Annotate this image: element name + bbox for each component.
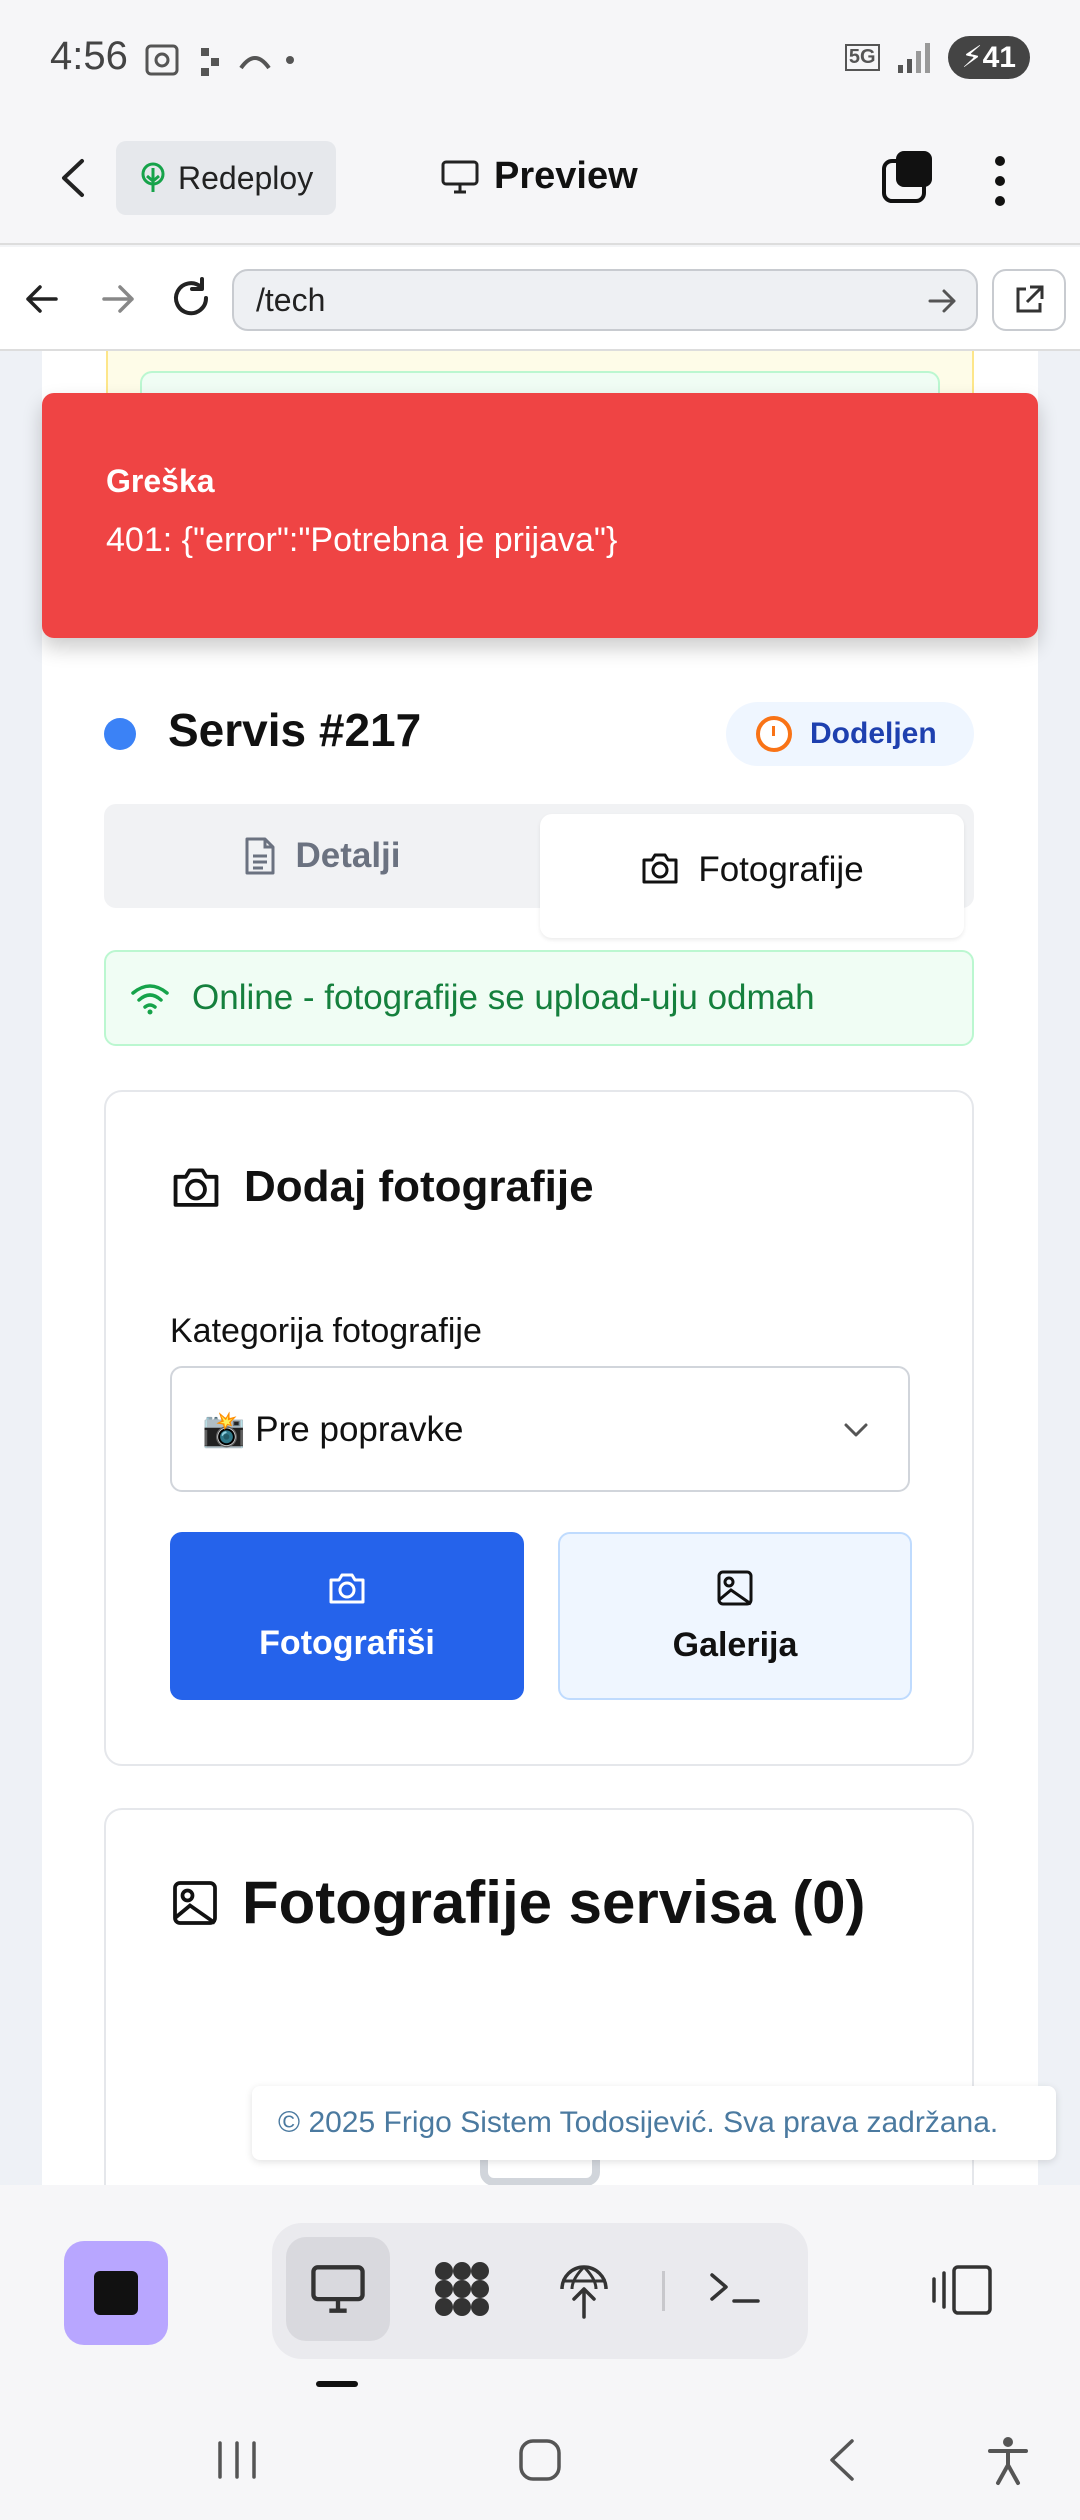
camera-icon [329, 1573, 365, 1603]
add-photos-card: Dodaj fotografije Kategorija fotografije… [104, 1090, 974, 1766]
status-bar: 4:56 5G ⚡41 [0, 0, 1080, 115]
tab-details-label: Detalji [295, 836, 401, 875]
take-photo-label: Fotografiši [259, 1623, 435, 1662]
tab-details[interactable]: Detalji [104, 804, 540, 908]
view-agents-button[interactable] [410, 2237, 514, 2341]
image-icon [717, 1570, 753, 1605]
status-badge-label: Dodeljen [810, 717, 937, 750]
home-button[interactable] [516, 2435, 564, 2490]
url-text: /tech [256, 281, 326, 318]
arrow-right-icon [102, 285, 134, 313]
add-photos-title: Dodaj fotografije [244, 1162, 594, 1211]
toolbar-divider [662, 2271, 665, 2311]
chevron-left-icon [830, 2439, 854, 2481]
take-photo-button[interactable]: Fotografiši [170, 1532, 524, 1700]
bottom-toolbar [0, 2185, 1080, 2405]
more-options-button[interactable] [985, 151, 1015, 211]
view-shell-button[interactable] [684, 2237, 788, 2341]
system-nav-bar [0, 2405, 1080, 2520]
view-switcher [272, 2223, 808, 2359]
monitor-icon [311, 2265, 365, 2313]
agents-icon [435, 2262, 489, 2316]
stop-button[interactable] [64, 2241, 168, 2345]
preview-label: Preview [494, 155, 638, 197]
chevron-left-icon [62, 159, 84, 197]
error-toast-message: 401: {"error":"Potrebna je prijava"} [106, 521, 618, 559]
add-photos-heading: Dodaj fotografije [170, 1162, 594, 1212]
recents-button[interactable] [214, 2435, 260, 2490]
reload-button[interactable] [168, 275, 214, 326]
category-label: Kategorija fotografije [170, 1312, 482, 1350]
redeploy-button[interactable]: Redeploy [116, 141, 336, 215]
stop-icon [94, 2271, 138, 2315]
side-panel-icon [932, 2265, 992, 2315]
accessibility-button[interactable] [986, 2435, 1030, 2492]
status-right: 5G ⚡41 [844, 36, 1030, 79]
error-toast[interactable]: Greška 401: {"error":"Potrebna je prijav… [42, 393, 1038, 638]
network-label: 5G [844, 44, 880, 71]
service-title: Servis #217 [168, 704, 422, 756]
url-bar: /tech [0, 247, 1080, 351]
view-preview-button[interactable] [286, 2237, 390, 2341]
gallery-label: Galerija [672, 1625, 798, 1664]
status-dot [104, 718, 136, 750]
tabs-switcher-button[interactable] [880, 149, 936, 205]
arrow-left-icon [26, 285, 58, 313]
online-banner: Online - fotografije se upload-uju odmah [104, 950, 974, 1046]
status-badge: Dodeljen [726, 702, 974, 766]
image-icon [173, 1880, 217, 1925]
external-link-icon [1016, 285, 1044, 313]
kebab-menu-icon [995, 156, 1005, 206]
url-input[interactable]: /tech [232, 269, 978, 331]
clock-icon [756, 716, 792, 752]
home-icon [519, 2439, 561, 2481]
nav-back-button[interactable] [822, 2435, 862, 2490]
category-selected-value: 📸 Pre popravke [202, 1409, 464, 1449]
browser-forward-button[interactable] [98, 279, 138, 324]
wifi-icon [131, 984, 169, 1015]
panel-toggle-button[interactable] [930, 2263, 994, 2322]
status-time: 4:56 [50, 34, 128, 78]
back-button[interactable] [50, 153, 100, 203]
category-select[interactable]: 📸 Pre popravke [170, 1366, 910, 1492]
battery-indicator: ⚡41 [947, 36, 1030, 79]
browser-back-button[interactable] [22, 279, 62, 324]
redeploy-label: Redeploy [178, 159, 314, 196]
signal-icon [897, 42, 930, 73]
view-deploy-button[interactable] [532, 2237, 636, 2341]
active-view-indicator [316, 2381, 358, 2387]
battery-level: 41 [982, 41, 1016, 74]
notification-icons-svg [145, 44, 294, 76]
tab-bar: Detalji Fotografije [104, 804, 974, 938]
tab-photos[interactable]: Fotografije [540, 814, 964, 938]
stacked-squares-icon [882, 151, 932, 203]
app-header: Redeploy Preview [0, 115, 1080, 245]
error-toast-title: Greška [106, 463, 215, 499]
globe-upload-icon [560, 2265, 608, 2319]
camera-icon [642, 853, 678, 884]
reload-icon [174, 277, 209, 316]
accessibility-icon [988, 2437, 1028, 2485]
service-photos-heading: Fotografije servisa (0) [170, 1868, 866, 1937]
copyright-footer: © 2025 Frigo Sistem Todosijević. Sva pra… [252, 2086, 1056, 2160]
monitor-icon [441, 160, 479, 193]
tab-photos-label: Fotografije [698, 850, 864, 889]
open-external-button[interactable] [992, 269, 1066, 331]
terminal-icon [710, 2273, 760, 2303]
preview-tab[interactable]: Preview [440, 155, 638, 198]
chevron-down-icon [844, 1423, 868, 1437]
gallery-button[interactable]: Galerija [558, 1532, 912, 1700]
tree-icon [141, 162, 165, 192]
document-icon [245, 837, 275, 875]
online-banner-text: Online - fotografije se upload-uju odmah [192, 978, 815, 1017]
service-photos-title: Fotografije servisa (0) [242, 1869, 866, 1936]
recents-icon [218, 2441, 256, 2479]
notification-icons [145, 40, 295, 88]
camera-icon [173, 1168, 219, 1207]
go-arrow-icon[interactable] [926, 285, 958, 317]
